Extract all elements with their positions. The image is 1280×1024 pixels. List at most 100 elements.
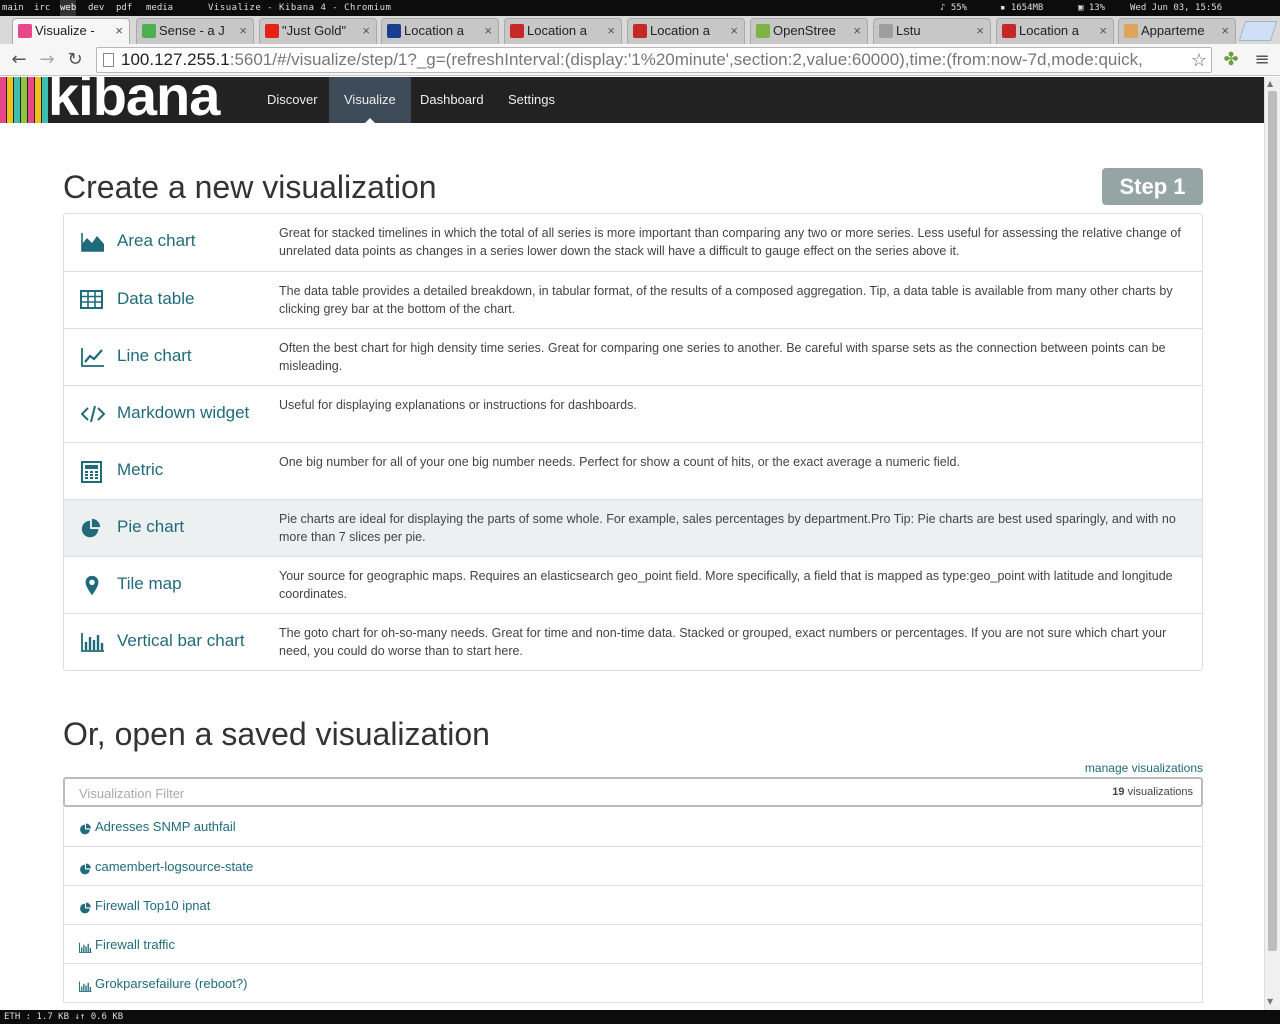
browser-tab[interactable]: Lstu × xyxy=(873,18,991,44)
saved-visualization-name[interactable]: Firewall Top10 ipnat xyxy=(95,898,210,913)
saved-visualization-row[interactable]: camembert-logsource-state xyxy=(64,846,1202,885)
vis-type-name[interactable]: Metric xyxy=(117,460,163,480)
new-tab-button[interactable] xyxy=(1238,21,1278,41)
close-tab-icon[interactable]: × xyxy=(853,19,861,43)
tab-title: OpenStree xyxy=(773,23,836,38)
close-tab-icon[interactable]: × xyxy=(362,19,370,43)
browser-tab[interactable]: "Just Gold" × xyxy=(259,18,377,44)
vis-type-row[interactable]: Tile map Your source for geographic maps.… xyxy=(64,556,1202,613)
browser-tab[interactable]: Location a × xyxy=(504,18,622,44)
browser-tab-strip: Visualize - × Sense - a J × "Just Gold" × Loca… xyxy=(0,16,1280,44)
nav-dashboard[interactable]: Dashboard xyxy=(405,77,499,123)
vis-type-row[interactable]: Vertical bar chart The goto chart for oh-… xyxy=(64,613,1202,670)
close-tab-icon[interactable]: × xyxy=(607,19,615,43)
nav-visualize[interactable]: Visualize xyxy=(329,77,411,123)
back-arrow-icon[interactable]: ← xyxy=(8,49,30,71)
favicon-icon xyxy=(879,24,893,38)
favicon-icon xyxy=(633,24,647,38)
vis-type-name[interactable]: Vertical bar chart xyxy=(117,631,245,651)
vis-type-name[interactable]: Markdown widget xyxy=(117,403,249,423)
tab-title: Sense - a J xyxy=(159,23,225,38)
vis-type-description: The data table provides a detailed break… xyxy=(279,284,1173,316)
vis-type-row[interactable]: Area chart Great for stacked timelines in… xyxy=(64,214,1202,271)
vis-type-name[interactable]: Area chart xyxy=(117,231,195,251)
forward-arrow-icon[interactable]: → xyxy=(36,49,58,71)
workspace-dev[interactable]: dev xyxy=(88,0,104,16)
saved-visualization-name[interactable]: Grokparsefailure (reboot?) xyxy=(95,976,247,991)
close-tab-icon[interactable]: × xyxy=(239,19,247,43)
close-tab-icon[interactable]: × xyxy=(1099,19,1107,43)
browser-tab[interactable]: Apparteme × xyxy=(1118,18,1236,44)
scroll-down-icon[interactable]: ▼ xyxy=(1267,997,1273,1006)
browser-tab[interactable]: OpenStree × xyxy=(750,18,868,44)
calculator-icon xyxy=(80,461,104,483)
close-tab-icon[interactable]: × xyxy=(484,19,492,43)
vis-type-name[interactable]: Pie chart xyxy=(117,517,184,537)
vis-type-name[interactable]: Line chart xyxy=(117,346,192,366)
browser-tab[interactable]: Visualize - × xyxy=(12,18,130,44)
bookmark-star-icon[interactable]: ☆ xyxy=(1191,48,1207,72)
code-icon xyxy=(80,404,106,424)
vis-type-row[interactable]: Pie chart Pie charts are ideal for displa… xyxy=(64,499,1202,556)
logo-stripe xyxy=(7,77,13,123)
area-chart-icon xyxy=(80,232,104,252)
saved-visualization-name[interactable]: camembert-logsource-state xyxy=(95,859,253,874)
browser-tab[interactable]: Location a × xyxy=(996,18,1114,44)
page-scrollbar[interactable]: ▲ ▼ xyxy=(1264,77,1280,1010)
favicon-icon xyxy=(1124,24,1138,38)
vis-type-name[interactable]: Tile map xyxy=(117,574,182,594)
saved-visualization-name[interactable]: Firewall traffic xyxy=(95,937,175,952)
close-tab-icon[interactable]: × xyxy=(730,19,738,43)
system-bar: main irc web dev pdf media Visualize - K… xyxy=(0,0,1280,16)
address-bar[interactable]: 100.127.255.1:5601/#/visualize/step/1?_g… xyxy=(96,47,1212,73)
menu-icon[interactable]: ≡ xyxy=(1251,49,1273,71)
url-host: 100.127.255.1 xyxy=(121,50,230,69)
close-tab-icon[interactable]: × xyxy=(1221,19,1229,43)
scroll-up-icon[interactable]: ▲ xyxy=(1267,79,1273,88)
favicon-icon xyxy=(142,24,156,38)
tab-title: Lstu xyxy=(896,23,921,38)
favicon-icon xyxy=(510,24,524,38)
logo-stripe xyxy=(14,77,20,123)
pie-chart-icon xyxy=(79,821,91,835)
browser-tab[interactable]: Location a × xyxy=(381,18,499,44)
visualization-count-number: 19 xyxy=(1112,786,1125,798)
scrollbar-thumb[interactable] xyxy=(1268,91,1277,951)
kibana-logo[interactable]: kibana xyxy=(0,77,252,123)
extension-icon[interactable]: ✤ xyxy=(1220,49,1242,71)
reload-icon[interactable]: ↻ xyxy=(64,49,86,71)
close-tab-icon[interactable]: × xyxy=(976,19,984,43)
saved-visualization-row[interactable]: Firewall Top10 ipnat xyxy=(64,885,1202,924)
workspace-web[interactable]: web xyxy=(60,0,77,16)
saved-visualization-row[interactable]: Firewall traffic xyxy=(64,924,1202,963)
visualization-filter-input[interactable] xyxy=(79,783,879,803)
vis-type-row[interactable]: Data table The data table provides a deta… xyxy=(64,271,1202,328)
visualization-count-label: visualizations xyxy=(1127,786,1193,798)
kibana-logo-text: kibana xyxy=(48,77,220,123)
nav-discover[interactable]: Discover xyxy=(252,77,333,123)
visualization-filter: 19 visualizations xyxy=(63,777,1203,807)
browser-tab[interactable]: Sense - a J × xyxy=(136,18,254,44)
saved-visualization-row[interactable]: Grokparsefailure (reboot?) xyxy=(64,963,1202,1002)
vis-type-row[interactable]: Markdown widget Useful for displaying exp… xyxy=(64,385,1202,442)
saved-visualization-row[interactable]: Adresses SNMP authfail xyxy=(64,807,1202,846)
vis-type-description: Your source for geographic maps. Require… xyxy=(279,569,1173,601)
logo-stripe xyxy=(21,77,27,123)
vis-type-row[interactable]: Line chart Often the best chart for high … xyxy=(64,328,1202,385)
favicon-icon xyxy=(18,24,32,38)
workspace-main[interactable]: main xyxy=(2,0,24,16)
pie-chart-icon xyxy=(80,518,104,538)
table-icon xyxy=(80,290,104,310)
workspace-irc[interactable]: irc xyxy=(34,0,50,16)
tab-title: Location a xyxy=(527,23,587,38)
saved-visualization-name[interactable]: Adresses SNMP authfail xyxy=(95,819,236,834)
manage-visualizations-link[interactable]: manage visualizations xyxy=(1085,761,1203,775)
vis-type-row[interactable]: Metric One big number for all of your one… xyxy=(64,442,1202,499)
vis-type-name[interactable]: Data table xyxy=(117,289,195,309)
map-marker-icon xyxy=(80,575,104,596)
nav-settings[interactable]: Settings xyxy=(493,77,570,123)
workspace-media[interactable]: media xyxy=(146,0,173,16)
browser-tab[interactable]: Location a × xyxy=(627,18,745,44)
workspace-pdf[interactable]: pdf xyxy=(116,0,132,16)
close-tab-icon[interactable]: × xyxy=(115,19,123,43)
